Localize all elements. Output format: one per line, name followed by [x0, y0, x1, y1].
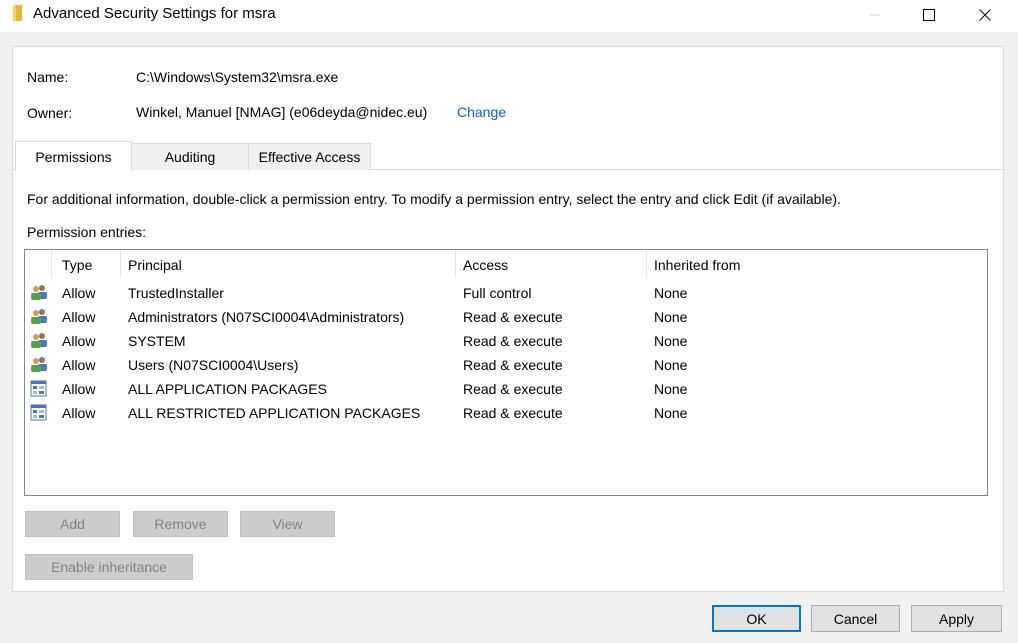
row-access: Read & execute [463, 309, 563, 325]
column-header-inherited-from[interactable]: Inherited from [654, 257, 740, 273]
row-principal: SYSTEM [128, 333, 186, 349]
window-title: Advanced Security Settings for msra [33, 5, 276, 22]
column-header-access[interactable]: Access [463, 257, 508, 273]
app-packages-icon [30, 404, 47, 421]
row-type: Allow [62, 357, 96, 373]
row-principal: Users (N07SCI0004\Users) [128, 357, 299, 373]
permission-entries-list[interactable]: Type Principal Access Inherited from All… [24, 249, 988, 496]
row-access: Read & execute [463, 357, 563, 373]
cancel-button[interactable]: Cancel [811, 605, 900, 632]
apply-button[interactable]: Apply [911, 605, 1002, 632]
users-group-icon [31, 309, 47, 324]
table-row[interactable]: Allow ALL RESTRICTED APPLICATION PACKAGE… [25, 401, 987, 425]
info-text: For additional information, double-click… [27, 191, 841, 207]
add-button[interactable]: Add [25, 511, 120, 537]
column-header-principal[interactable]: Principal [128, 257, 182, 273]
table-row[interactable]: Allow Administrators (N07SCI0004\Adminis… [25, 305, 987, 329]
list-header: Type Principal Access Inherited from [25, 250, 987, 278]
ok-button[interactable]: OK [712, 605, 801, 632]
row-principal: ALL APPLICATION PACKAGES [128, 381, 327, 397]
row-principal: Administrators (N07SCI0004\Administrator… [128, 309, 405, 325]
row-principal: ALL RESTRICTED APPLICATION PACKAGES [128, 405, 421, 421]
row-inherited: None [654, 405, 688, 421]
row-inherited: None [654, 381, 688, 397]
owner-label: Owner: [27, 105, 73, 121]
row-inherited: None [654, 285, 688, 301]
users-group-icon [31, 333, 47, 348]
row-access: Read & execute [463, 333, 563, 349]
minimize-button[interactable] [852, 0, 898, 30]
row-type: Allow [62, 309, 96, 325]
users-group-icon [31, 357, 47, 372]
row-type: Allow [62, 381, 96, 397]
table-row[interactable]: Allow ALL APPLICATION PACKAGES Read & ex… [25, 377, 987, 401]
folder-icon [13, 5, 22, 21]
view-button[interactable]: View [240, 511, 335, 537]
column-separator [51, 250, 52, 278]
row-access: Full control [463, 285, 532, 301]
close-button[interactable] [962, 0, 1008, 30]
tab-auditing[interactable]: Auditing [131, 143, 249, 170]
remove-button[interactable]: Remove [133, 511, 228, 537]
enable-inheritance-button[interactable]: Enable inheritance [25, 554, 193, 580]
name-value: C:\Windows\System32\msra.exe [136, 69, 339, 85]
row-access: Read & execute [463, 381, 563, 397]
table-row[interactable]: Allow TrustedInstaller Full control None [25, 281, 987, 305]
app-packages-icon [30, 380, 47, 397]
column-separator [455, 250, 456, 278]
change-owner-link[interactable]: Change [457, 104, 506, 120]
name-label: Name: [27, 69, 69, 85]
maximize-button[interactable] [906, 0, 952, 30]
table-row[interactable]: Allow Users (N07SCI0004\Users) Read & ex… [25, 353, 987, 377]
column-header-type[interactable]: Type [62, 257, 92, 273]
maximize-icon [923, 9, 935, 21]
tab-permissions[interactable]: Permissions [15, 141, 132, 171]
row-type: Allow [62, 333, 96, 349]
minimize-icon [870, 14, 880, 16]
permission-entries-label: Permission entries: [27, 224, 147, 240]
owner-value: Winkel, Manuel [NMAG] (e06deyda@nidec.eu… [136, 104, 428, 120]
row-type: Allow [62, 285, 96, 301]
close-icon [979, 9, 991, 21]
row-principal: TrustedInstaller [128, 285, 224, 301]
row-inherited: None [654, 357, 688, 373]
column-separator [120, 250, 121, 278]
title-bar: Advanced Security Settings for msra [0, 0, 1018, 32]
row-access: Read & execute [463, 405, 563, 421]
column-separator [646, 250, 647, 278]
row-inherited: None [654, 333, 688, 349]
row-type: Allow [62, 405, 96, 421]
users-group-icon [31, 285, 47, 300]
table-row[interactable]: Allow SYSTEM Read & execute None [25, 329, 987, 353]
row-inherited: None [654, 309, 688, 325]
tab-effective-access[interactable]: Effective Access [248, 143, 371, 170]
